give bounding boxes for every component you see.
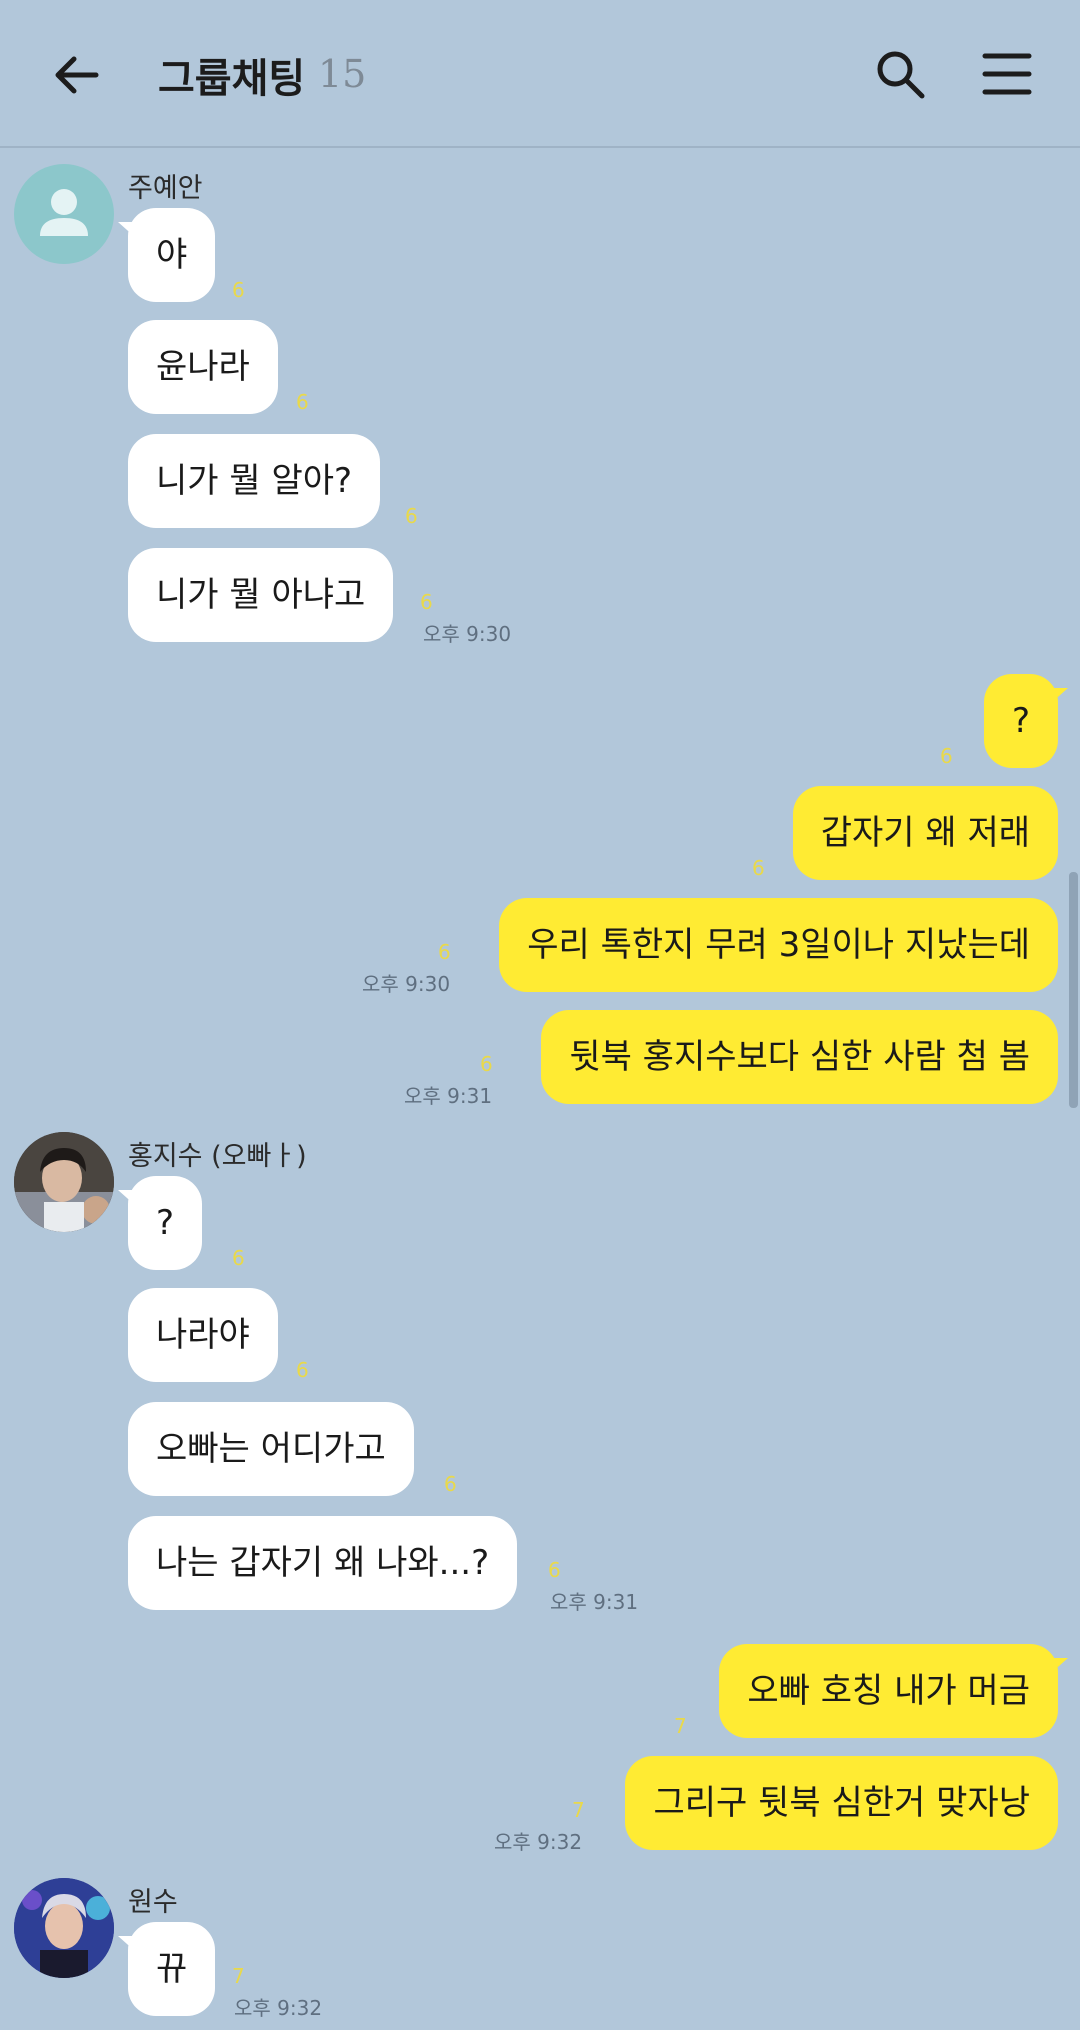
message-bubble[interactable]: 갑자기 왜 저래 [792, 786, 1058, 880]
message-bubble[interactable]: ? [983, 674, 1069, 768]
unread-count: 7 [232, 1964, 245, 1988]
unread-count: 6 [296, 1358, 309, 1382]
unread-count: 6 [480, 1052, 493, 1076]
unread-count: 6 [232, 1246, 245, 1270]
unread-count: 6 [296, 390, 309, 414]
message-bubble[interactable]: 나는 갑자기 왜 나와...? [128, 1516, 518, 1610]
scrollbar[interactable] [1069, 872, 1078, 1108]
profile-photo [14, 1878, 114, 1978]
unread-count: 6 [438, 940, 451, 964]
message-bubble[interactable]: 우리 톡한지 무려 3일이나 지났는데 [499, 898, 1058, 992]
unread-count: 6 [420, 590, 433, 614]
message-time: 오후 9:30 [362, 972, 451, 996]
unread-count: 6 [548, 1558, 561, 1582]
message-bubble[interactable]: 야 [117, 208, 216, 302]
message-time: 오후 9:32 [234, 1996, 323, 2020]
profile-photo [14, 1132, 114, 1232]
message-time: 오후 9:32 [494, 1830, 583, 1854]
unread-count: 6 [752, 856, 765, 880]
avatar-wonsu[interactable] [14, 1878, 114, 1978]
message-bubble[interactable]: ? [117, 1176, 203, 1270]
chat-header: 그룹채팅 15 [0, 0, 1080, 148]
message-time: 오후 9:31 [550, 1590, 639, 1614]
hamburger-menu-icon[interactable] [982, 52, 1032, 96]
unread-count: 6 [444, 1472, 457, 1496]
sender-name: 원수 [128, 1887, 178, 1918]
message-bubble[interactable]: 오빠 호칭 내가 머금 [719, 1644, 1068, 1738]
unread-count: 6 [232, 278, 245, 302]
unread-count: 7 [674, 1714, 687, 1738]
default-person-icon [40, 189, 88, 236]
avatar-hongjisu[interactable] [14, 1132, 114, 1232]
unread-count: 6 [940, 744, 953, 768]
message-bubble[interactable]: 윤나라 [128, 320, 278, 414]
message-bubble[interactable]: 나라야 [128, 1288, 278, 1382]
member-count: 15 [318, 52, 367, 96]
message-bubble[interactable]: 오빠는 어디가고 [128, 1402, 414, 1496]
message-bubble[interactable]: 니가 뭘 알아? [128, 434, 381, 528]
sender-name: 주예안 [128, 173, 203, 204]
message-bubble[interactable]: 니가 뭘 아냐고 [128, 548, 394, 642]
sender-name: 홍지수 (오빠ㅏ) [128, 1141, 307, 1172]
message-time: 오후 9:31 [404, 1084, 493, 1108]
message-bubble[interactable]: 뀨 [117, 1922, 216, 2016]
unread-count: 6 [405, 504, 418, 528]
search-icon[interactable] [874, 48, 926, 100]
unread-count: 7 [572, 1798, 585, 1822]
back-arrow-icon[interactable] [52, 50, 102, 100]
message-bubble[interactable]: 그리구 뒷북 심한거 맞자낭 [625, 1756, 1058, 1850]
avatar-juyean[interactable] [14, 164, 114, 264]
message-bubble[interactable]: 뒷북 홍지수보다 심한 사람 첨 봄 [541, 1010, 1058, 1104]
message-time: 오후 9:30 [423, 622, 512, 646]
chat-title: 그룹채팅 [158, 56, 306, 102]
